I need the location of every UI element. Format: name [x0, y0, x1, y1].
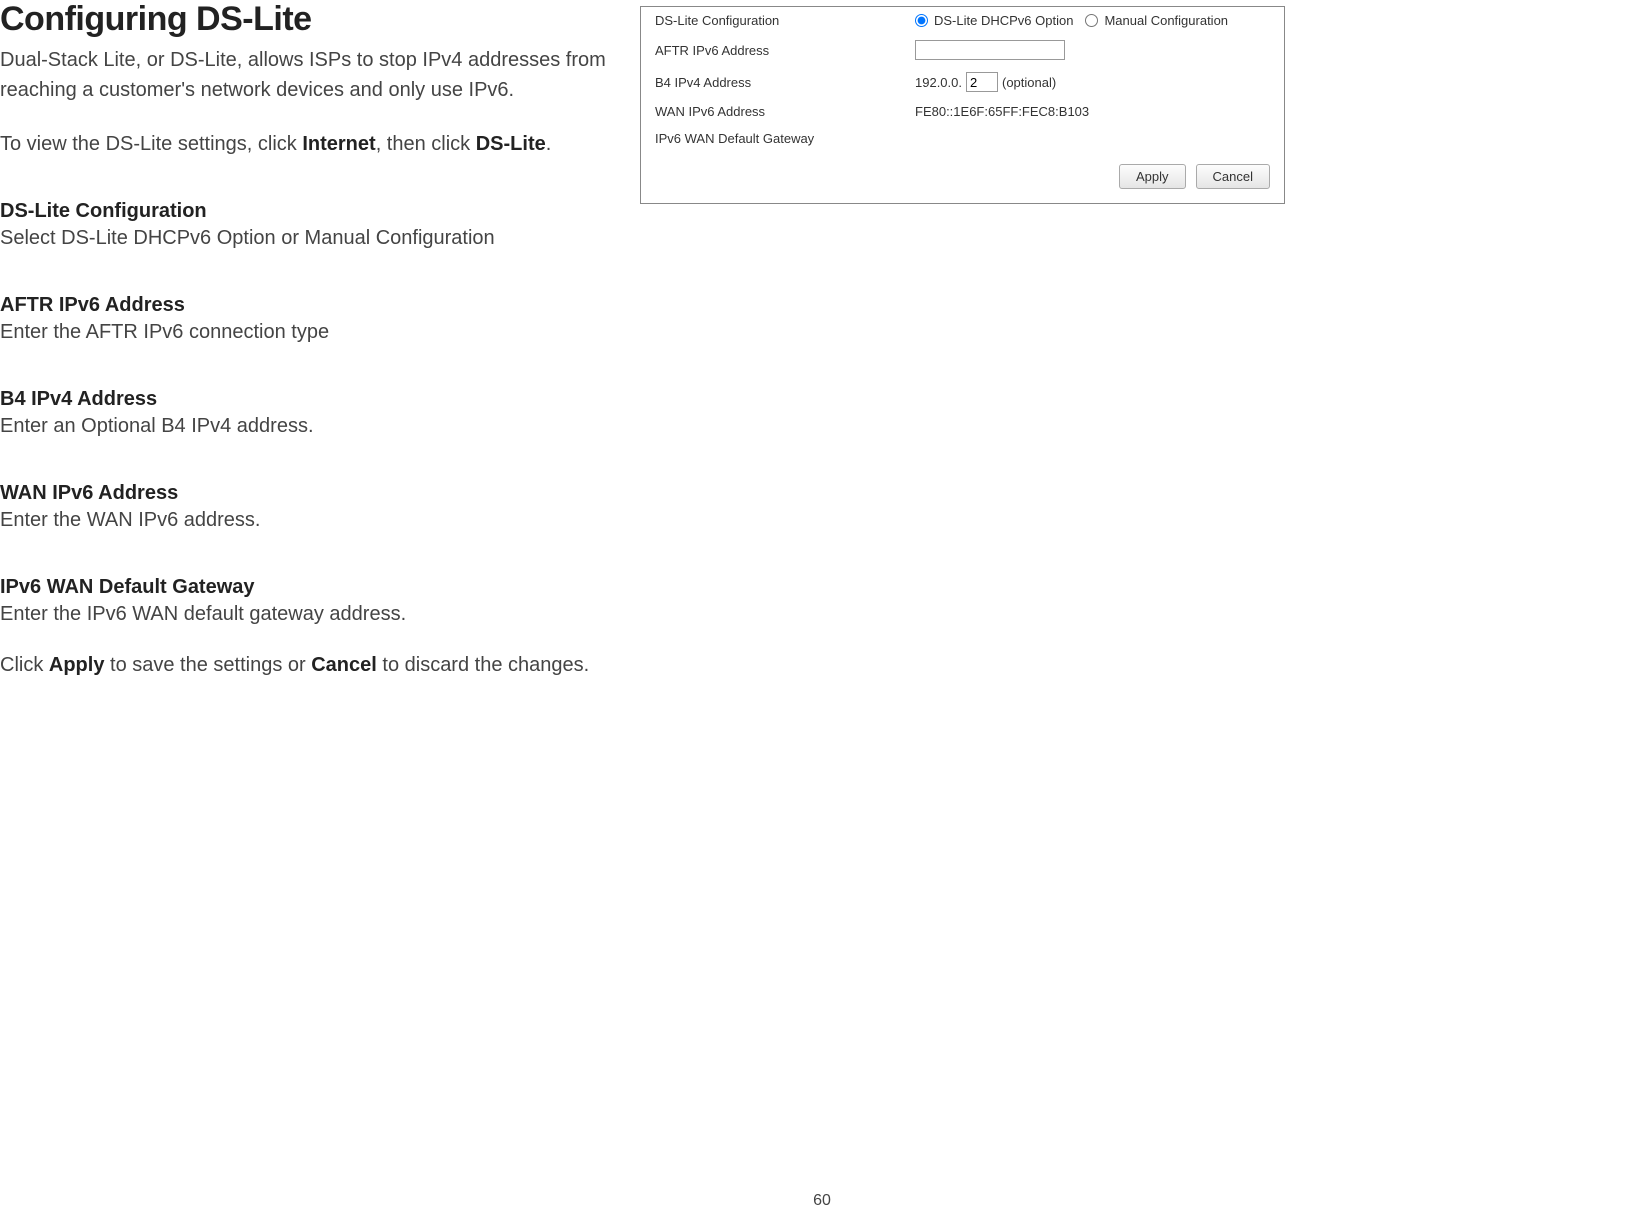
- nav-instruction: To view the DS-Lite settings, click Inte…: [0, 133, 620, 156]
- nav-internet: Internet: [302, 133, 375, 155]
- apply-button[interactable]: Apply: [1119, 164, 1186, 189]
- section-desc-wan: Enter the WAN IPv6 address.: [0, 509, 620, 532]
- footer-cancel: Cancel: [311, 654, 377, 676]
- radio-dhcpv6[interactable]: [915, 14, 928, 27]
- label-gateway: IPv6 WAN Default Gateway: [655, 131, 915, 146]
- page-number: 60: [813, 1192, 831, 1210]
- footer-apply: Apply: [49, 654, 105, 676]
- aftr-input[interactable]: [915, 40, 1065, 60]
- config-panel: DS-Lite Configuration DS-Lite DHCPv6 Opt…: [640, 6, 1285, 204]
- footer-instruction: Click Apply to save the settings or Canc…: [0, 654, 620, 677]
- section-title-b4: B4 IPv4 Address: [0, 388, 620, 411]
- page-title: Configuring DS-Lite: [0, 0, 620, 39]
- radio-manual[interactable]: [1085, 14, 1098, 27]
- section-title-aftr: AFTR IPv6 Address: [0, 294, 620, 317]
- row-b4: B4 IPv4 Address 192.0.0. (optional): [641, 66, 1284, 98]
- row-wan: WAN IPv6 Address FE80::1E6F:65FF:FEC8:B1…: [641, 98, 1284, 125]
- intro-paragraph: Dual-Stack Lite, or DS-Lite, allows ISPs…: [0, 45, 620, 105]
- label-ds-lite-config: DS-Lite Configuration: [655, 13, 915, 28]
- section-desc-config: Select DS-Lite DHCPv6 Option or Manual C…: [0, 227, 620, 250]
- wan-value: FE80::1E6F:65FF:FEC8:B103: [915, 104, 1089, 119]
- b4-prefix: 192.0.0.: [915, 75, 962, 90]
- label-aftr: AFTR IPv6 Address: [655, 43, 915, 58]
- section-title-config: DS-Lite Configuration: [0, 200, 620, 223]
- section-title-gateway: IPv6 WAN Default Gateway: [0, 576, 620, 599]
- cancel-button[interactable]: Cancel: [1196, 164, 1270, 189]
- label-b4: B4 IPv4 Address: [655, 75, 915, 90]
- row-ds-lite-config: DS-Lite Configuration DS-Lite DHCPv6 Opt…: [641, 7, 1284, 34]
- section-desc-aftr: Enter the AFTR IPv6 connection type: [0, 321, 620, 344]
- radio-dhcpv6-label: DS-Lite DHCPv6 Option: [934, 13, 1073, 28]
- label-wan: WAN IPv6 Address: [655, 104, 915, 119]
- button-row: Apply Cancel: [641, 152, 1284, 203]
- section-desc-b4: Enter an Optional B4 IPv4 address.: [0, 415, 620, 438]
- b4-input[interactable]: [966, 72, 998, 92]
- doc-content: Configuring DS-Lite Dual-Stack Lite, or …: [0, 0, 620, 721]
- section-desc-gateway: Enter the IPv6 WAN default gateway addre…: [0, 603, 620, 626]
- ds-lite-radio-group: DS-Lite DHCPv6 Option Manual Configurati…: [915, 13, 1238, 28]
- row-gateway: IPv6 WAN Default Gateway: [641, 125, 1284, 152]
- nav-dslite: DS-Lite: [476, 133, 546, 155]
- radio-manual-label: Manual Configuration: [1104, 13, 1228, 28]
- b4-suffix: (optional): [1002, 75, 1056, 90]
- section-title-wan: WAN IPv6 Address: [0, 482, 620, 505]
- row-aftr: AFTR IPv6 Address: [641, 34, 1284, 66]
